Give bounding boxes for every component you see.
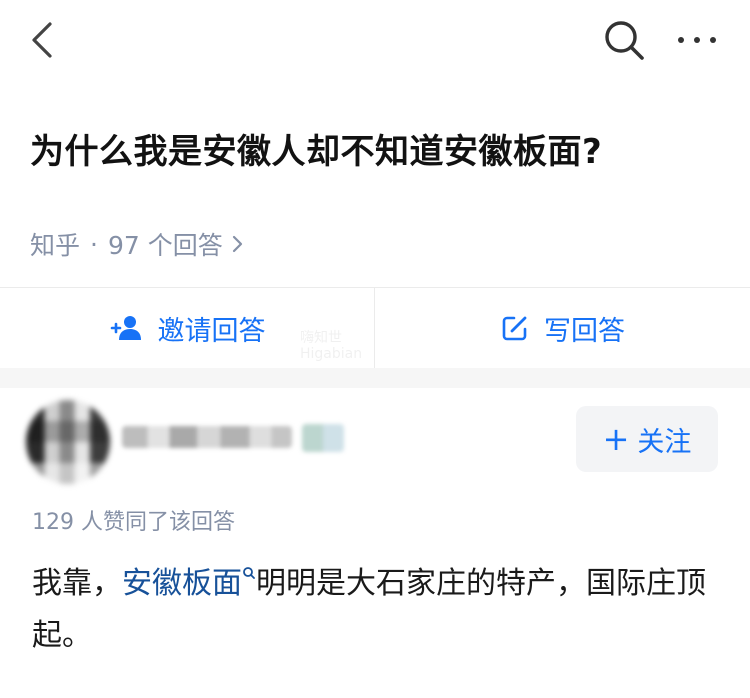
author-badge-icon [302, 424, 344, 452]
section-gap [0, 368, 750, 388]
answer-card: + 关注 129 人赞同了该回答 我靠，安徽板面 明明是大石家庄的特产，国际庄顶起… [0, 388, 750, 698]
back-button[interactable] [22, 18, 66, 62]
invite-answer-label: 邀请回答 [157, 315, 266, 347]
follow-label: 关注 [637, 426, 692, 458]
answer-count: 97 个回答 [107, 231, 223, 260]
top-bar [0, 0, 750, 90]
search-button[interactable] [600, 16, 648, 64]
follow-button[interactable]: + 关注 [576, 406, 718, 472]
source-label: 知乎 [30, 231, 81, 260]
invite-answer-button[interactable]: 邀请回答 [0, 288, 375, 368]
chevron-left-icon [32, 22, 52, 58]
write-answer-button[interactable]: 写回答 [375, 288, 750, 368]
meta-separator: · [90, 229, 98, 259]
more-horizontal-icon [678, 37, 716, 43]
search-keyword-icon [242, 566, 256, 582]
author-name[interactable] [122, 426, 292, 448]
more-button[interactable] [672, 16, 722, 64]
search-icon [605, 21, 644, 60]
action-divider [374, 288, 375, 368]
action-bar: 邀请回答 写回答 [0, 288, 750, 368]
chevron-right-icon [231, 234, 245, 254]
write-answer-label: 写回答 [544, 315, 625, 347]
add-user-icon [110, 316, 141, 340]
avatar[interactable] [26, 400, 110, 484]
question-meta-link[interactable]: 知乎 · 97 个回答 [30, 224, 245, 264]
edit-icon [502, 316, 527, 341]
question-title: 为什么我是安徽人却不知道安徽板面? [30, 132, 603, 172]
answer-text-before: 我靠， [32, 566, 122, 601]
answer-content[interactable]: 我靠，安徽板面 明明是大石家庄的特产，国际庄顶起。 [32, 558, 722, 662]
like-count: 129 人赞同了该回答 [32, 510, 235, 535]
keyword-link[interactable]: 安徽板面 [122, 566, 242, 601]
plus-icon: + [602, 420, 630, 458]
